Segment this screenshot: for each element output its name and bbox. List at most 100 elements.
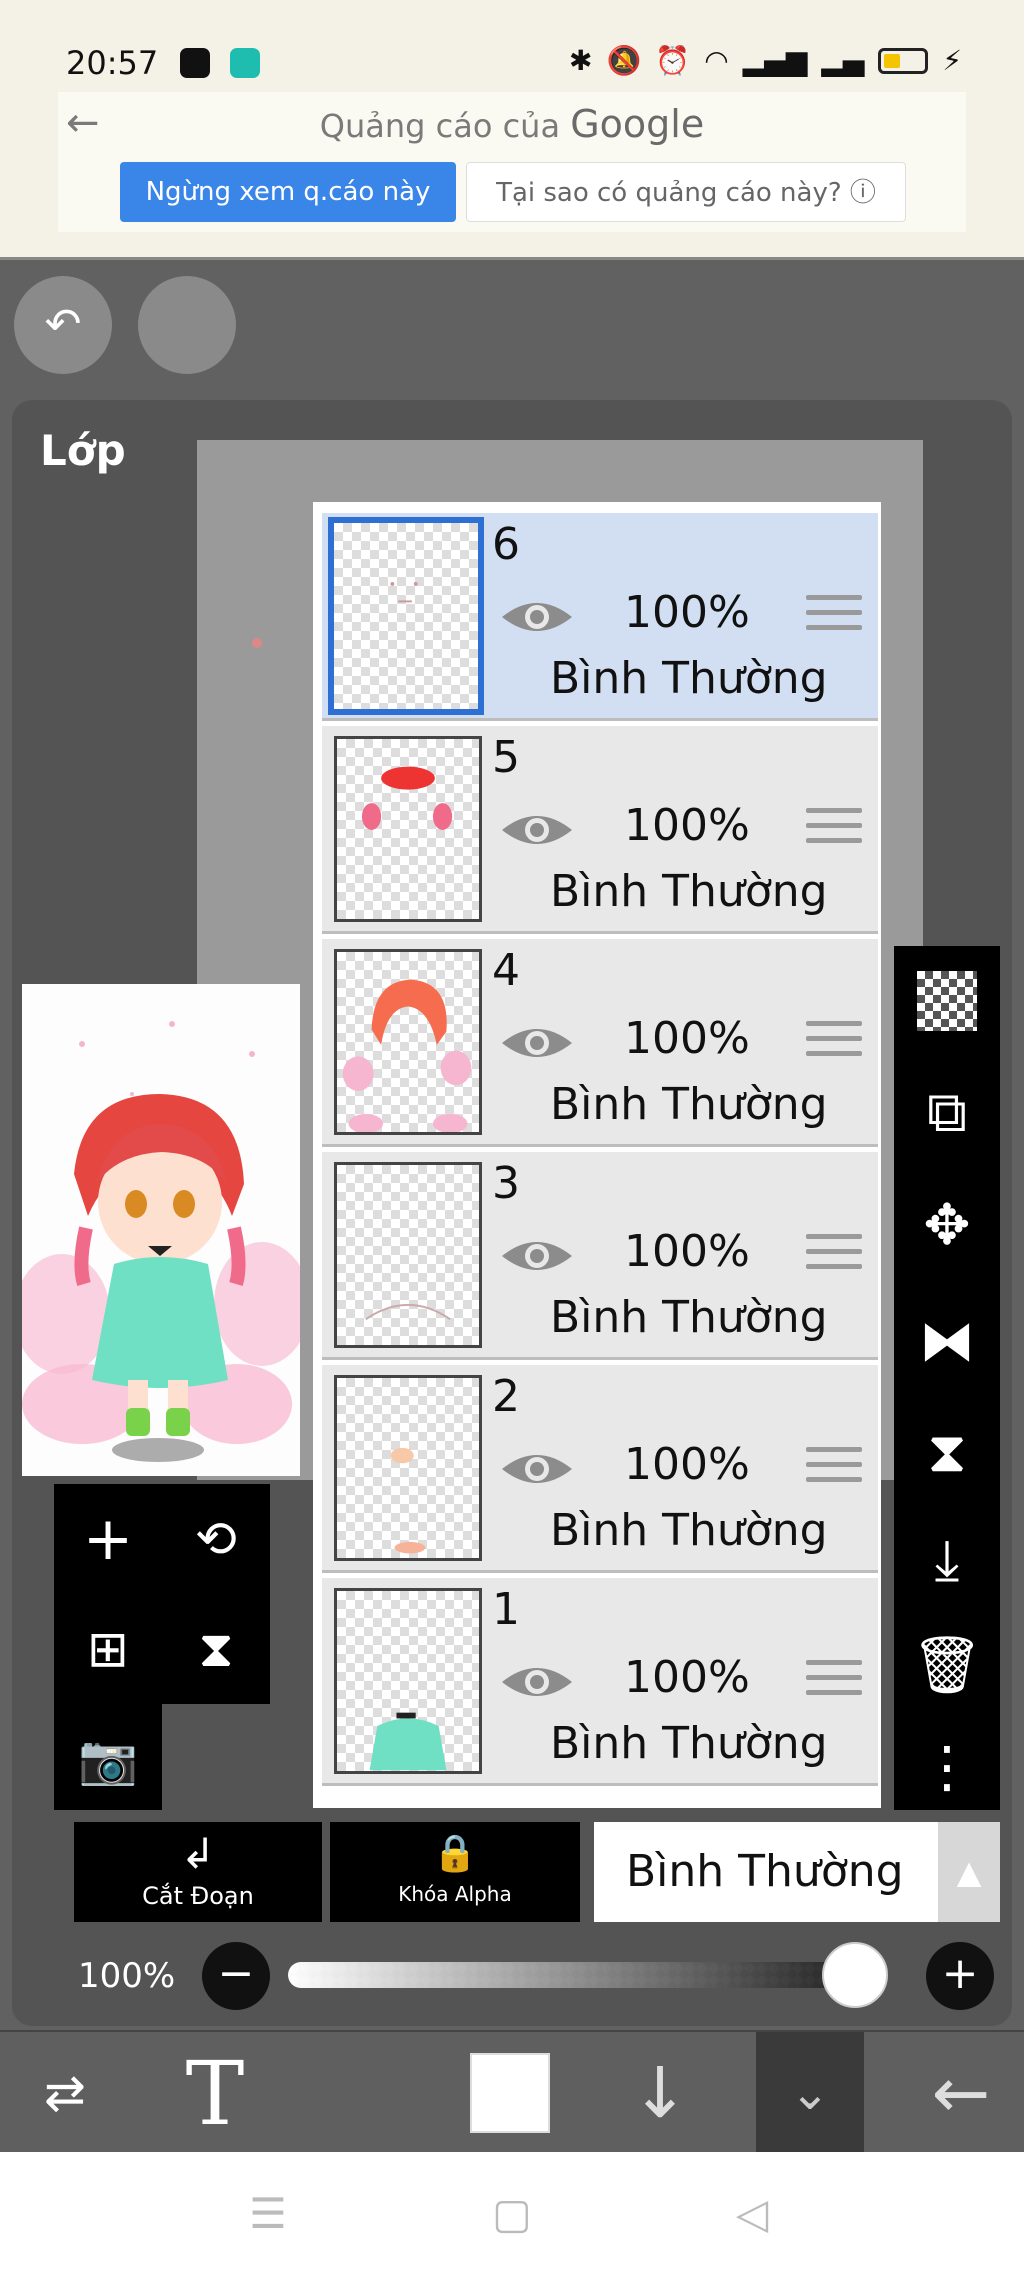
battery-icon bbox=[878, 47, 929, 74]
signal-2-icon: ▂▄ bbox=[821, 44, 865, 77]
alarm-icon: ⏰ bbox=[655, 44, 691, 77]
drag-handle-icon[interactable] bbox=[806, 1234, 862, 1278]
wifi-icon: ◠ bbox=[704, 44, 729, 77]
arrow-left-icon: ← bbox=[931, 2052, 991, 2134]
eraser-swap-button[interactable]: ⇄ bbox=[10, 2032, 120, 2154]
plus-icon: + bbox=[941, 1948, 979, 1999]
flip-vertical-button[interactable]: ⧗ bbox=[894, 1398, 1000, 1508]
layer-row[interactable]: 3 100% Bình Thường bbox=[322, 1152, 878, 1360]
layer-row[interactable]: 2 100% Bình Thường bbox=[322, 1365, 878, 1573]
rotate-flip-button[interactable]: ⟲ bbox=[162, 1484, 270, 1594]
move-button[interactable]: ✥ bbox=[894, 1170, 1000, 1280]
system-navigation-bar: ☰ ▢ ◁ bbox=[0, 2152, 1024, 2276]
eraser-swap-icon: ⇄ bbox=[44, 2064, 86, 2122]
move-arrows-icon: ✥ bbox=[923, 1192, 971, 1258]
merge-down-icon: ⤓ bbox=[934, 1528, 960, 1593]
eye-icon[interactable] bbox=[500, 808, 574, 852]
layer-opacity[interactable]: 100% bbox=[624, 587, 750, 638]
why-ad-button[interactable]: Tại sao có quảng cáo này? ⓘ bbox=[466, 162, 906, 222]
opacity-label: 100% bbox=[78, 1956, 176, 1996]
layer-thumbnail[interactable] bbox=[334, 1375, 482, 1561]
opacity-slider-knob[interactable] bbox=[822, 1942, 888, 2008]
swap-layer-button[interactable]: ⧉ bbox=[894, 1058, 1000, 1168]
layer-blend-mode[interactable]: Bình Thường bbox=[550, 1292, 828, 1343]
eye-icon[interactable] bbox=[500, 1234, 574, 1278]
signal-icon: ▂▄▆ bbox=[742, 44, 808, 77]
layer-blend-mode[interactable]: Bình Thường bbox=[550, 1079, 828, 1130]
layer-opacity[interactable]: 100% bbox=[624, 1226, 750, 1277]
drag-handle-icon[interactable] bbox=[806, 1021, 862, 1065]
more-vertical-icon: ⋮ bbox=[919, 1734, 975, 1800]
layer-thumbnail[interactable] bbox=[334, 1162, 482, 1348]
opacity-slider[interactable] bbox=[288, 1962, 888, 1988]
swap-layers-icon: ⧉ bbox=[927, 1080, 967, 1145]
eye-icon[interactable] bbox=[500, 1447, 574, 1491]
color-swatch-button[interactable] bbox=[460, 2032, 560, 2154]
bell-muted-icon: 🔕 bbox=[606, 44, 642, 77]
zalo-notification-icon bbox=[180, 48, 210, 78]
camera-button[interactable]: 📷 bbox=[54, 1704, 162, 1814]
layer-blend-mode[interactable]: Bình Thường bbox=[550, 866, 828, 917]
blend-mode-select[interactable]: Bình Thường bbox=[594, 1822, 938, 1922]
eye-icon[interactable] bbox=[500, 1021, 574, 1065]
layer-add-tools: + ⟲ ⊞ ⧗ bbox=[54, 1484, 270, 1704]
drag-handle-icon[interactable] bbox=[806, 595, 862, 639]
layer-opacity[interactable]: 100% bbox=[624, 1013, 750, 1064]
opacity-decrease-button[interactable]: − bbox=[202, 1942, 270, 2010]
system-back-icon[interactable]: ◁ bbox=[720, 2182, 784, 2246]
eye-icon[interactable] bbox=[500, 1660, 574, 1704]
flip-vertical-small-icon: ⧗ bbox=[198, 1619, 234, 1678]
layer-thumbnail[interactable] bbox=[334, 949, 482, 1135]
text-tool-button[interactable]: T bbox=[160, 2032, 270, 2154]
layer-opacity[interactable]: 100% bbox=[624, 800, 750, 851]
blend-mode-dropdown-button[interactable]: ▲ bbox=[938, 1822, 1000, 1922]
drag-handle-icon[interactable] bbox=[806, 1660, 862, 1704]
back-button[interactable]: ← bbox=[906, 2032, 1016, 2154]
drag-handle-icon[interactable] bbox=[806, 808, 862, 852]
clip-button[interactable]: ↲ Cắt Đoạn bbox=[74, 1822, 322, 1922]
stop-ad-button[interactable]: Ngừng xem q.cáo này bbox=[120, 162, 456, 222]
status-bar: 20:57 ✱ 🔕 ⏰ ◠ ▂▄▆ ▂▄ ⚡ ← Quảng cáo của G… bbox=[0, 0, 1024, 260]
layer-blend-mode[interactable]: Bình Thường bbox=[550, 653, 828, 704]
flip-horizontal-button[interactable]: ⧓ bbox=[894, 1286, 1000, 1396]
delete-layer-button[interactable]: 🗑 bbox=[894, 1610, 1000, 1720]
triangle-up-icon: ▲ bbox=[956, 1853, 982, 1891]
layer-thumbnail[interactable] bbox=[334, 1588, 482, 1774]
layer-blend-mode[interactable]: Bình Thường bbox=[550, 1718, 828, 1769]
flip-horizontal-icon: ⧓ bbox=[919, 1308, 975, 1374]
layer-number: 4 bbox=[492, 945, 520, 996]
layer-opacity[interactable]: 100% bbox=[624, 1439, 750, 1490]
layer-opacity[interactable]: 100% bbox=[624, 1652, 750, 1703]
recent-apps-icon[interactable]: ☰ bbox=[236, 2182, 300, 2246]
eye-icon[interactable] bbox=[500, 595, 574, 639]
minus-icon: − bbox=[217, 1948, 255, 1999]
chibi-character-preview bbox=[22, 1021, 300, 1462]
chat-notification-icon bbox=[230, 48, 260, 78]
alpha-lock-label: Khóa Alpha bbox=[398, 1882, 512, 1906]
down-arrow-button[interactable]: ↓ bbox=[610, 2032, 710, 2154]
merge-down-button[interactable]: ⤓ bbox=[894, 1506, 1000, 1616]
layer-blend-mode[interactable]: Bình Thường bbox=[550, 1505, 828, 1556]
layer-thumbnail[interactable] bbox=[328, 517, 484, 715]
undo-button[interactable]: ↶ bbox=[14, 276, 112, 374]
layer-row[interactable]: 5 100% Bình Thường bbox=[322, 726, 878, 934]
opacity-increase-button[interactable]: + bbox=[926, 1942, 994, 2010]
layer-thumbnail[interactable] bbox=[334, 736, 482, 922]
layer-row[interactable]: 1 100% Bình Thường bbox=[322, 1578, 878, 1786]
flip-vertical-small-button[interactable]: ⧗ bbox=[162, 1594, 270, 1704]
transparent-layer-button[interactable] bbox=[894, 946, 1000, 1056]
plus-icon: + bbox=[82, 1504, 134, 1574]
layers-button[interactable]: ⌄ bbox=[756, 2032, 864, 2154]
alpha-lock-icon: 🔒 bbox=[432, 1833, 478, 1874]
layer-row[interactable]: 4 100% Bình Thường bbox=[322, 939, 878, 1147]
layer-number: 5 bbox=[492, 732, 520, 783]
redo-button[interactable] bbox=[138, 276, 236, 374]
more-options-button[interactable]: ⋮ bbox=[894, 1712, 1000, 1822]
drag-handle-icon[interactable] bbox=[806, 1447, 862, 1491]
alpha-lock-button[interactable]: 🔒 Khóa Alpha bbox=[330, 1822, 580, 1922]
layer-row[interactable]: 6 100% Bình Thường bbox=[322, 513, 878, 721]
trash-icon: 🗑 bbox=[911, 1633, 983, 1698]
duplicate-layer-button[interactable]: ⊞ bbox=[54, 1594, 162, 1704]
add-layer-button[interactable]: + bbox=[54, 1484, 162, 1594]
home-icon[interactable]: ▢ bbox=[480, 2182, 544, 2246]
